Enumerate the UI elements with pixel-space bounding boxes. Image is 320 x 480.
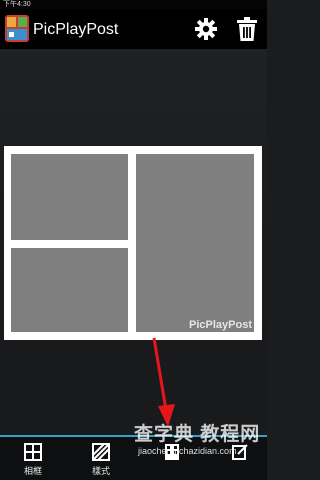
grid-icon <box>24 443 42 461</box>
collage-cell-top-left[interactable] <box>11 154 128 240</box>
nav-style-label: 樣式 <box>91 466 110 476</box>
app-logo-icon <box>5 15 29 42</box>
action-bar: PicPlayPost <box>0 9 267 49</box>
nav-frames-button[interactable]: 相框 <box>3 439 63 480</box>
bottom-nav: 相框 樣式 <box>0 435 267 480</box>
screen: 下午4:30 PicPlayPost PicPlayPost 相框 樣式 查字典… <box>0 0 267 480</box>
collage-watermark: PicPlayPost <box>189 319 252 331</box>
status-bar: 下午4:30 <box>0 0 267 9</box>
collage-frame[interactable]: PicPlayPost <box>4 146 262 340</box>
stripes-icon <box>92 443 110 461</box>
nav-frames-label: 相框 <box>23 466 42 476</box>
nav-style-button[interactable]: 樣式 <box>71 439 131 480</box>
nav-film-button[interactable] <box>142 439 202 480</box>
collage-cell-right[interactable] <box>136 154 254 332</box>
status-time: 下午4:30 <box>3 1 31 8</box>
trash-icon[interactable] <box>236 17 258 41</box>
red-arrow-annotation <box>152 337 175 427</box>
nav-edit-button[interactable] <box>210 439 267 480</box>
collage-cell-bottom-left[interactable] <box>11 248 128 332</box>
film-icon <box>165 444 179 460</box>
gear-icon[interactable] <box>194 17 218 41</box>
edit-icon <box>232 444 248 460</box>
app-title: PicPlayPost <box>33 21 119 38</box>
